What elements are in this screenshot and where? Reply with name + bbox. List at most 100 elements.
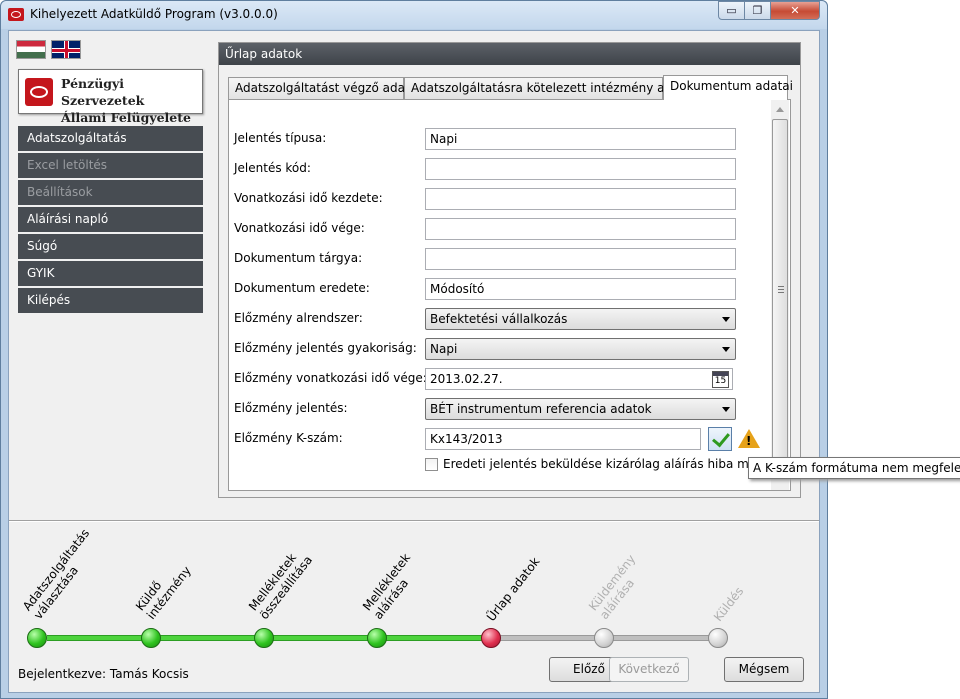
- tab-dokumentum-adatai[interactable]: Dokumentum adatai: [663, 75, 793, 100]
- select-value: Befektetési vállalkozás: [430, 312, 568, 326]
- field-label: Vonatkozási idő vége:: [234, 221, 365, 235]
- form-row-jelentes-tipusa: Jelentés típusa: Napi: [229, 128, 769, 150]
- step-label-1: Adatszolgáltatás választása: [20, 526, 103, 622]
- field-label: Előzmény vonatkozási idő vége:: [234, 371, 427, 385]
- minimize-button[interactable]: ▭: [718, 1, 745, 20]
- client-area: Pénzügyi Szervezetek Állami Felügyelete …: [8, 30, 820, 693]
- field-label: Előzmény jelentés:: [234, 401, 348, 415]
- dokumentum-targya-field[interactable]: [425, 248, 736, 270]
- field-label: Előzmény jelentés gyakoriság:: [234, 341, 417, 355]
- app-logo-icon: [8, 8, 24, 21]
- elozmeny-gyakorisag-select[interactable]: Napi: [425, 338, 736, 360]
- warning-mark: !: [746, 434, 752, 448]
- step-label-5: Űrlap adatok: [484, 555, 543, 624]
- elozmeny-alrendszer-select[interactable]: Befektetési vállalkozás: [425, 308, 736, 330]
- menu-item-alairasi-naplo[interactable]: Aláírási napló: [18, 207, 203, 232]
- menu-item-sugo[interactable]: Súgó: [18, 234, 203, 259]
- form-row-elozmeny-vonatkozasi-vege: Előzmény vonatkozási idő vége: 2013.02.2…: [229, 368, 769, 390]
- window-title: Kihelyezett Adatküldő Program (v3.0.0.0): [30, 7, 278, 21]
- psza-logo: Pénzügyi Szervezetek Állami Felügyelete: [18, 69, 203, 125]
- logo-line-1: Pénzügyi Szervezetek: [61, 76, 145, 108]
- step-dot-1: [27, 628, 47, 648]
- tab-kotelezett-intezmeny[interactable]: Adatszolgáltatásra kötelezett intézmény …: [404, 77, 695, 99]
- step-label-2: Küldő intézmény: [133, 555, 194, 622]
- app-window: Kihelyezett Adatküldő Program (v3.0.0.0)…: [0, 0, 828, 699]
- wizard-progress: Adatszolgáltatás választása Küldő intézm…: [9, 522, 819, 652]
- step-label-4: Mellékletek aláírása: [360, 551, 424, 622]
- field-label: Dokumentum tárgya:: [234, 251, 363, 265]
- step-dot-2: [141, 628, 161, 648]
- step-dot-4: [367, 628, 387, 648]
- side-menu: Adatszolgáltatás Excel letöltés Beállítá…: [18, 126, 203, 315]
- step-label-line: Küldő intézmény: [132, 563, 194, 622]
- select-value: Napi: [430, 342, 458, 356]
- scroll-up-icon[interactable]: [776, 107, 784, 112]
- step-label-line: Küldés: [710, 584, 747, 624]
- login-user: Tamás Kocsis: [109, 667, 189, 681]
- menu-item-excel-letoltes[interactable]: Excel letöltés: [18, 153, 203, 178]
- elozmeny-vonatkozasi-vege-datepicker[interactable]: 2013.02.27. 15: [425, 368, 733, 390]
- kszam-validation: !: [228, 427, 798, 457]
- menu-item-kilepes[interactable]: Kilépés: [18, 288, 203, 313]
- dokumentum-eredete-field[interactable]: Módosító: [425, 278, 736, 300]
- step-label-line: Űrlap adatok: [483, 554, 543, 624]
- step-dot-3: [254, 628, 274, 648]
- tab-adatszolgaltatast-vegzo[interactable]: Adatszolgáltatást végző adatai: [228, 77, 420, 99]
- step-dot-7: [708, 628, 728, 648]
- status-bar: Bejelentkezve: Tamás Kocsis Előző Követk…: [9, 655, 819, 691]
- close-button[interactable]: ✕: [770, 1, 820, 20]
- kszam-error-tooltip: A K-szám formátuma nem megfelelő!: [748, 457, 960, 479]
- step-label-7: Küldés: [711, 584, 746, 624]
- checkbox-label: Eredeti jelentés beküldése kizárólag alá…: [443, 457, 769, 471]
- title-bar[interactable]: Kihelyezett Adatküldő Program (v3.0.0.0)…: [1, 1, 827, 29]
- jelentes-kod-field[interactable]: [425, 158, 736, 180]
- hungarian-flag-icon[interactable]: [16, 40, 46, 59]
- login-status: Bejelentkezve: Tamás Kocsis: [18, 667, 189, 681]
- form-row-jelentes-kod: Jelentés kód:: [229, 158, 769, 180]
- select-value: BÉT instrumentum referencia adatok: [430, 402, 652, 416]
- logo-line-2: Állami Felügyelete: [61, 110, 191, 125]
- menu-item-gyik[interactable]: GYIK: [18, 261, 203, 286]
- validate-checkmark-icon[interactable]: [708, 427, 732, 451]
- menu-item-adatszolgaltatas[interactable]: Adatszolgáltatás: [18, 126, 203, 151]
- field-label: Vonatkozási idő kezdete:: [234, 191, 383, 205]
- form-row-dokumentum-eredete: Dokumentum eredete: Módosító: [229, 278, 769, 300]
- maximize-icon: ❐: [752, 4, 763, 17]
- step-label-line: Küldemény aláírása: [585, 551, 639, 622]
- vonatkozasi-ido-vege-field[interactable]: [425, 218, 736, 240]
- cancel-button[interactable]: Mégsem: [724, 657, 804, 682]
- form-row-elozmeny-gyakorisag: Előzmény jelentés gyakoriság: Napi: [229, 338, 769, 360]
- vonatkozasi-ido-kezdete-field[interactable]: [425, 188, 736, 210]
- grip-icon: [778, 286, 784, 293]
- step-label-line: Mellékletek összeállítása: [245, 550, 316, 622]
- menu-item-beallitasok[interactable]: Beállítások: [18, 180, 203, 205]
- scrollbar-thumb[interactable]: [772, 119, 788, 461]
- maximize-button[interactable]: ❐: [744, 1, 771, 20]
- psza-logo-icon: [25, 78, 53, 106]
- next-button[interactable]: Következő: [609, 657, 689, 682]
- field-label: Jelentés típusa:: [234, 131, 327, 145]
- chevron-down-icon: [722, 407, 730, 412]
- alairas-hiba-checkbox[interactable]: [425, 458, 438, 471]
- elozmeny-jelentes-select[interactable]: BÉT instrumentum referencia adatok: [425, 398, 736, 420]
- calendar-icon[interactable]: 15: [712, 371, 729, 388]
- close-icon: ✕: [790, 4, 800, 17]
- step-label-6: Küldemény aláírása: [586, 552, 649, 622]
- step-label-line: Mellékletek aláírása: [359, 550, 414, 622]
- field-label: Jelentés kód:: [234, 161, 311, 175]
- step-label-line: Adatszolgáltatás választása: [19, 526, 93, 622]
- form-row-dokumentum-targya: Dokumentum tárgya:: [229, 248, 769, 270]
- step-dot-6: [594, 628, 614, 648]
- form-row-elozmeny-alrendszer: Előzmény alrendszer: Befektetési vállalk…: [229, 308, 769, 330]
- step-label-3: Mellékletek összeállítása: [246, 544, 315, 622]
- login-label: Bejelentkezve:: [18, 667, 107, 681]
- form-panel: Űrlap adatok Adatszolgáltatást végző ada…: [218, 42, 801, 498]
- form-row-elozmeny-jelentes: Előzmény jelentés: BÉT instrumentum refe…: [229, 398, 769, 420]
- jelentes-tipusa-field[interactable]: Napi: [425, 128, 736, 150]
- form-row-vonatkozasi-vege: Vonatkozási idő vége:: [229, 218, 769, 240]
- step-dot-5: [481, 628, 501, 648]
- chevron-down-icon: [722, 317, 730, 322]
- minimize-icon: ▭: [726, 4, 737, 17]
- uk-flag-icon[interactable]: [51, 40, 81, 59]
- logo-text: Pénzügyi Szervezetek Állami Felügyelete: [61, 75, 202, 126]
